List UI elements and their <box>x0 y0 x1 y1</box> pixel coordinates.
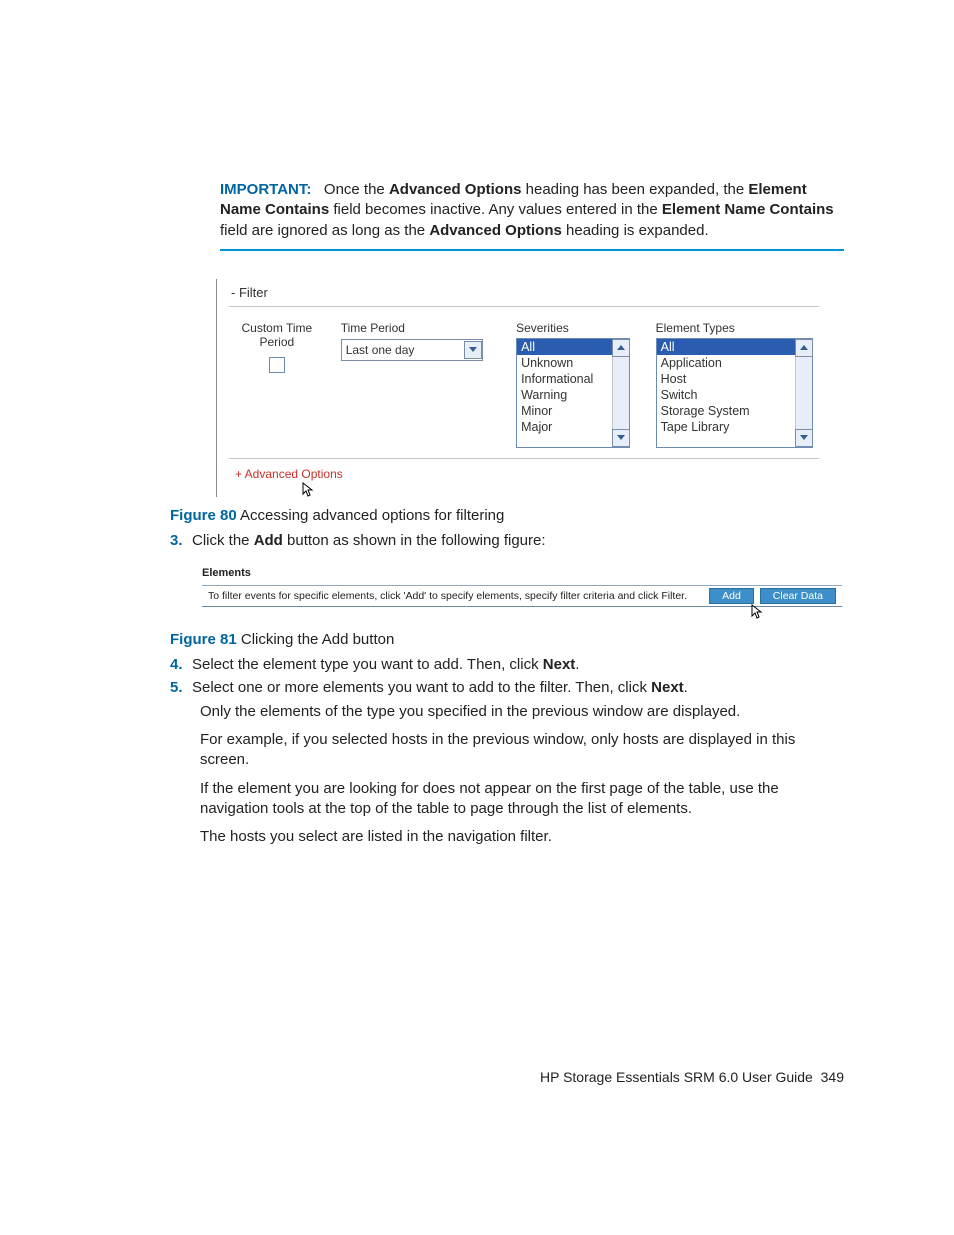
severities-listbox[interactable]: All Unknown Informational Warning Minor … <box>516 338 630 448</box>
list-item[interactable]: Unknown <box>517 355 612 371</box>
chevron-up-icon[interactable] <box>795 339 813 357</box>
elements-instruction: To filter events for specific elements, … <box>208 590 703 602</box>
list-item[interactable]: All <box>517 339 612 355</box>
list-item[interactable]: Minor <box>517 403 612 419</box>
custom-time-period-checkbox[interactable] <box>269 357 285 373</box>
list-item[interactable]: Informational <box>517 371 612 387</box>
time-period-select[interactable]: Last one day <box>341 339 483 361</box>
element-types-label: Element Types <box>656 321 813 338</box>
advanced-options-toggle[interactable]: + Advanced Options <box>229 459 819 481</box>
list-item[interactable]: Application <box>657 355 795 371</box>
figure-80-caption: Figure 80 Accessing advanced options for… <box>170 507 844 524</box>
figure-81-caption: Figure 81 Clicking the Add button <box>170 631 844 648</box>
clear-data-button[interactable]: Clear Data <box>760 588 836 604</box>
list-item[interactable]: Host <box>657 371 795 387</box>
add-button[interactable]: Add <box>709 588 754 604</box>
step-4: 4. Select the element type you want to a… <box>170 656 844 673</box>
list-item[interactable]: Storage System <box>657 403 795 419</box>
filter-panel: - Filter Custom Time Period Time Period … <box>216 279 819 497</box>
step-5-body: Only the elements of the type you specif… <box>200 702 844 848</box>
cursor-icon <box>746 603 764 623</box>
important-callout: IMPORTANT: Once the Advanced Options hea… <box>220 180 844 251</box>
scrollbar[interactable] <box>795 339 812 447</box>
elements-panel: Elements To filter events for specific e… <box>202 567 842 607</box>
step-5: 5. Select one or more elements you want … <box>170 679 844 696</box>
list-item[interactable]: Tape Library <box>657 419 795 435</box>
time-period-label: Time Period <box>341 321 490 337</box>
chevron-down-icon[interactable] <box>612 429 630 447</box>
elements-header: Elements <box>202 567 842 585</box>
step-3: 3. Click the Add button as shown in the … <box>170 532 844 549</box>
severities-label: Severities <box>516 321 630 338</box>
list-item[interactable]: Major <box>517 419 612 435</box>
list-item[interactable]: Switch <box>657 387 795 403</box>
custom-time-period-label: Custom Time Period <box>239 321 315 349</box>
cursor-icon <box>297 481 315 501</box>
filter-section-header[interactable]: - Filter <box>229 283 819 306</box>
chevron-down-icon[interactable] <box>464 341 482 359</box>
list-item[interactable]: Warning <box>517 387 612 403</box>
scrollbar[interactable] <box>612 339 629 447</box>
chevron-up-icon[interactable] <box>612 339 630 357</box>
list-item[interactable]: All <box>657 339 795 355</box>
important-label: IMPORTANT: <box>220 181 311 198</box>
element-types-listbox[interactable]: All Application Host Switch Storage Syst… <box>656 338 813 448</box>
page-footer: HP Storage Essentials SRM 6.0 User Guide… <box>540 1069 844 1085</box>
chevron-down-icon[interactable] <box>795 429 813 447</box>
